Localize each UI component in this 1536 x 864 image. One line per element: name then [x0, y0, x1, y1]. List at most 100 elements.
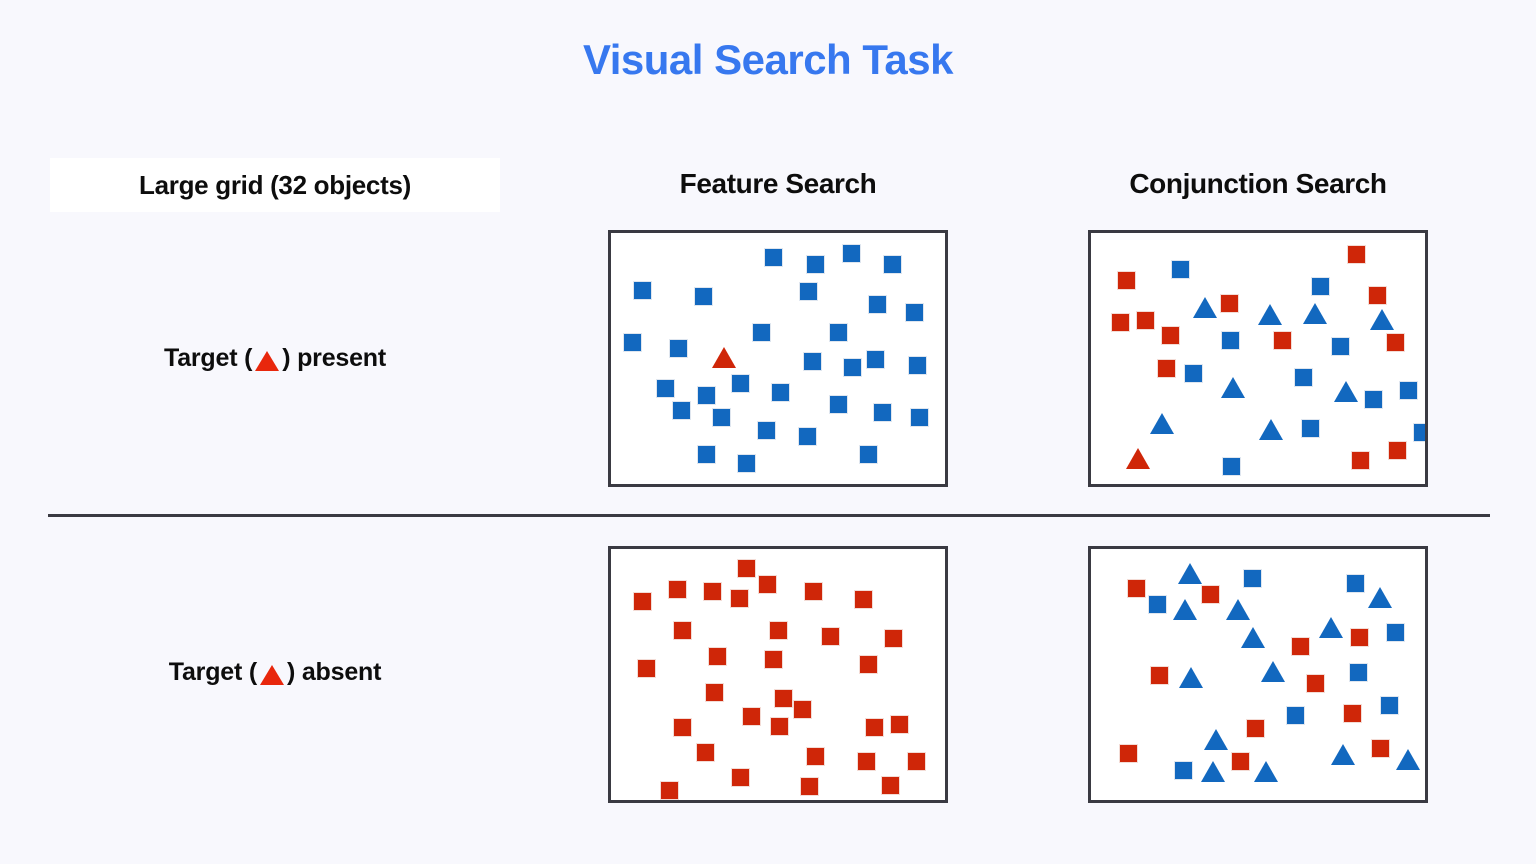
distractor-blue-square [697, 445, 716, 464]
distractor-blue-square [803, 352, 822, 371]
distractor-red-square [673, 621, 692, 640]
distractor-blue-triangle [1254, 761, 1278, 782]
distractor-red-square [1368, 286, 1387, 305]
column-header-feature-search: Feature Search [679, 168, 877, 199]
distractor-red-square [705, 683, 724, 702]
distractor-red-square [1388, 441, 1407, 460]
distractor-blue-square [1331, 337, 1350, 356]
distractor-red-square [1119, 744, 1138, 763]
distractor-red-square [1343, 704, 1362, 723]
distractor-red-square [804, 582, 823, 601]
panel-feature-search-target-absent [608, 546, 948, 803]
distractor-blue-triangle [1370, 309, 1394, 330]
distractor-red-square [1150, 666, 1169, 685]
distractor-blue-square [656, 379, 675, 398]
distractor-blue-square [1413, 423, 1425, 442]
distractor-red-square [806, 747, 825, 766]
distractor-blue-square [1349, 663, 1368, 682]
distractor-blue-triangle [1201, 761, 1225, 782]
target-red-triangle [1126, 448, 1150, 469]
distractor-red-square [730, 589, 749, 608]
distractor-red-square [859, 655, 878, 674]
distractor-red-square [660, 781, 679, 800]
distractor-blue-square [771, 383, 790, 402]
distractor-blue-square [672, 401, 691, 420]
slide-canvas: Visual Search Task Large grid (32 object… [0, 0, 1536, 864]
distractor-blue-square [1386, 623, 1405, 642]
target-red-triangle [712, 347, 736, 368]
distractor-blue-square [694, 287, 713, 306]
distractor-red-square [1291, 637, 1310, 656]
distractor-red-square [774, 689, 793, 708]
distractor-blue-square [806, 255, 825, 274]
distractor-blue-square [669, 339, 688, 358]
distractor-blue-square [910, 408, 929, 427]
distractor-blue-triangle [1368, 587, 1392, 608]
distractor-blue-square [859, 445, 878, 464]
distractor-red-square [1220, 294, 1239, 313]
distractor-blue-triangle [1204, 729, 1228, 750]
distractor-blue-triangle [1173, 599, 1197, 620]
row-divider [48, 514, 1490, 517]
distractor-red-square [1127, 579, 1146, 598]
distractor-red-square [1246, 719, 1265, 738]
distractor-blue-triangle [1334, 381, 1358, 402]
distractor-blue-square [697, 386, 716, 405]
distractor-blue-triangle [1396, 749, 1420, 770]
distractor-blue-square [1148, 595, 1167, 614]
distractor-red-square [1136, 311, 1155, 330]
distractor-blue-triangle [1221, 377, 1245, 398]
distractor-red-square [1273, 331, 1292, 350]
distractor-blue-square [1311, 277, 1330, 296]
distractor-red-square [673, 718, 692, 737]
distractor-red-square [1201, 585, 1220, 604]
distractor-red-square [881, 776, 900, 795]
distractor-red-square [865, 718, 884, 737]
distractor-blue-square [873, 403, 892, 422]
distractor-red-square [907, 752, 926, 771]
distractor-blue-square [842, 244, 861, 263]
distractor-red-square [1157, 359, 1176, 378]
distractor-blue-triangle [1319, 617, 1343, 638]
distractor-red-square [758, 575, 777, 594]
distractor-blue-square [1346, 574, 1365, 593]
distractor-blue-square [1301, 419, 1320, 438]
distractor-blue-square [1171, 260, 1190, 279]
distractor-blue-square [1221, 331, 1240, 350]
distractor-red-square [708, 647, 727, 666]
distractor-blue-triangle [1241, 627, 1265, 648]
distractor-red-square [793, 700, 812, 719]
distractor-blue-square [866, 350, 885, 369]
distractor-red-square [1351, 451, 1370, 470]
distractor-blue-square [908, 356, 927, 375]
distractor-red-square [1111, 313, 1130, 332]
distractor-blue-triangle [1261, 661, 1285, 682]
distractor-blue-square [764, 248, 783, 267]
distractor-red-square [1371, 739, 1390, 758]
distractor-blue-square [1286, 706, 1305, 725]
distractor-blue-triangle [1259, 419, 1283, 440]
row-label-present-suffix: ) present [282, 344, 386, 372]
distractor-red-square [764, 650, 783, 669]
distractor-red-square [1347, 245, 1366, 264]
distractor-red-square [1350, 628, 1369, 647]
distractor-red-square [890, 715, 909, 734]
distractor-blue-square [829, 323, 848, 342]
distractor-blue-triangle [1193, 297, 1217, 318]
column-header-conjunction-search: Conjunction Search [1129, 168, 1387, 199]
distractor-blue-square [799, 282, 818, 301]
distractor-blue-square [633, 281, 652, 300]
distractor-red-square [769, 621, 788, 640]
distractor-blue-square [1294, 368, 1313, 387]
panel-feature-search-target-present [608, 230, 948, 487]
distractor-red-square [1117, 271, 1136, 290]
distractor-blue-square [731, 374, 750, 393]
distractor-blue-triangle [1226, 599, 1250, 620]
distractor-red-square [703, 582, 722, 601]
distractor-blue-square [1399, 381, 1418, 400]
distractor-red-square [770, 717, 789, 736]
distractor-red-square [637, 659, 656, 678]
row-label-absent-prefix: Target ( [168, 658, 257, 686]
distractor-red-square [821, 627, 840, 646]
distractor-red-square [884, 629, 903, 648]
